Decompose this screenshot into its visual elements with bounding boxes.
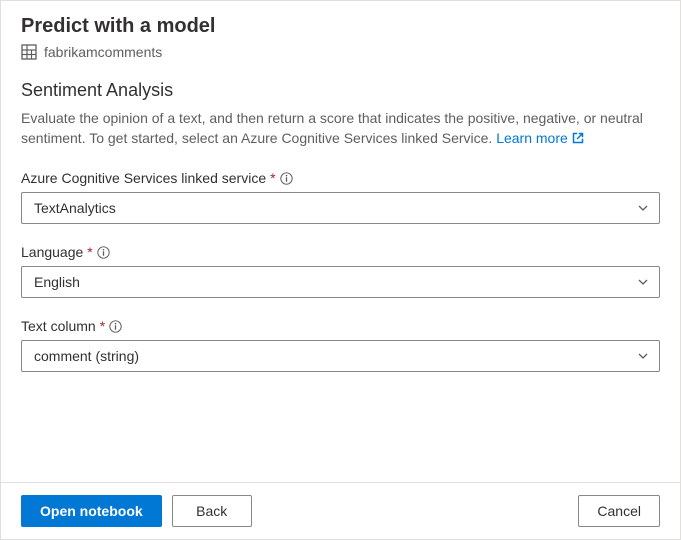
table-icon bbox=[21, 44, 37, 60]
footer: Open notebook Back Cancel bbox=[1, 482, 680, 539]
field-label-language: Language * bbox=[21, 244, 660, 260]
language-dropdown[interactable]: English bbox=[21, 266, 660, 298]
field-linked-service: Azure Cognitive Services linked service … bbox=[21, 170, 660, 224]
field-language: Language * English bbox=[21, 244, 660, 298]
text-column-label-text: Text column bbox=[21, 318, 96, 334]
resource-name: fabrikamcomments bbox=[44, 44, 162, 60]
field-label-linked-service: Azure Cognitive Services linked service … bbox=[21, 170, 660, 186]
back-button[interactable]: Back bbox=[172, 495, 252, 527]
section-description: Evaluate the opinion of a text, and then… bbox=[21, 109, 660, 148]
field-text-column: Text column * comment (string) bbox=[21, 318, 660, 372]
linked-service-value: TextAnalytics bbox=[34, 200, 116, 216]
text-column-dropdown[interactable]: comment (string) bbox=[21, 340, 660, 372]
required-asterisk: * bbox=[270, 170, 275, 186]
chevron-down-icon bbox=[637, 276, 649, 288]
field-label-text-column: Text column * bbox=[21, 318, 660, 334]
info-icon[interactable] bbox=[97, 246, 110, 259]
cancel-button[interactable]: Cancel bbox=[578, 495, 660, 527]
language-value: English bbox=[34, 274, 80, 290]
chevron-down-icon bbox=[637, 202, 649, 214]
required-asterisk: * bbox=[87, 244, 92, 260]
chevron-down-icon bbox=[637, 350, 649, 362]
page-title: Predict with a model bbox=[21, 15, 660, 38]
info-icon[interactable] bbox=[280, 172, 293, 185]
info-icon[interactable] bbox=[109, 320, 122, 333]
external-link-icon bbox=[572, 132, 584, 144]
open-notebook-button[interactable]: Open notebook bbox=[21, 495, 162, 527]
learn-more-label: Learn more bbox=[496, 129, 568, 149]
section-title: Sentiment Analysis bbox=[21, 80, 660, 101]
language-label-text: Language bbox=[21, 244, 83, 260]
text-column-value: comment (string) bbox=[34, 348, 139, 364]
learn-more-link[interactable]: Learn more bbox=[496, 129, 584, 149]
linked-service-label-text: Azure Cognitive Services linked service bbox=[21, 170, 266, 186]
required-asterisk: * bbox=[100, 318, 105, 334]
linked-service-dropdown[interactable]: TextAnalytics bbox=[21, 192, 660, 224]
resource-row: fabrikamcomments bbox=[21, 44, 660, 60]
